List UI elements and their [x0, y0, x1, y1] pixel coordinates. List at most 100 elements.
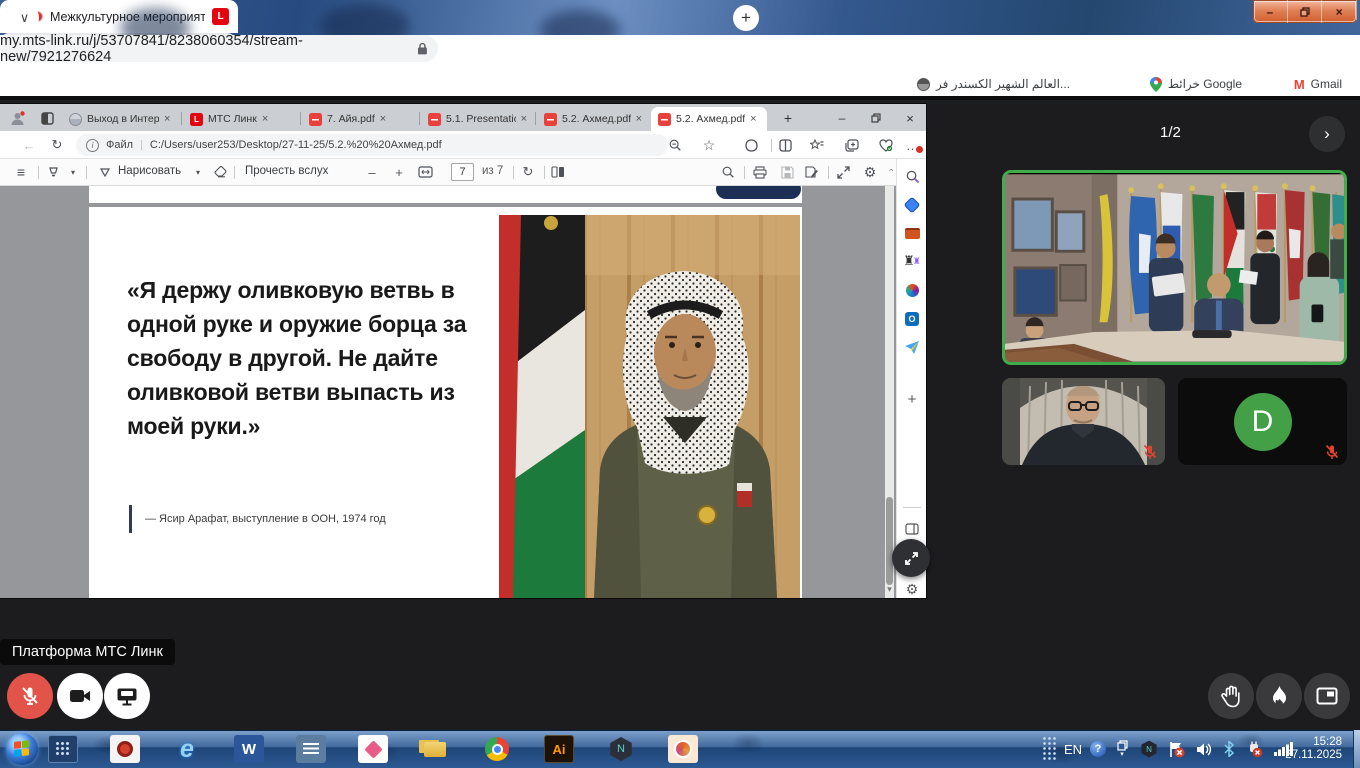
fit-width-icon[interactable] [416, 163, 434, 181]
edge-back-icon[interactable]: ← [20, 136, 38, 154]
read-aloud-label[interactable]: Прочесть вслух [245, 165, 328, 177]
fullscreen-icon[interactable] [834, 163, 852, 181]
pdf-settings-gear-icon[interactable]: ⚙ [861, 163, 879, 181]
tab-actions-icon[interactable] [38, 109, 56, 127]
close-tab-icon[interactable]: × [521, 113, 527, 125]
tray-bluetooth-icon[interactable] [1218, 730, 1240, 768]
pdf-viewport[interactable]: «Я держу оливковую ветвь в одной руке и … [0, 186, 896, 598]
taskbar-app-nox[interactable]: N [606, 735, 636, 763]
taskbar-app-word[interactable]: W [234, 735, 264, 763]
toc-icon[interactable]: ≡ [12, 163, 30, 181]
tab-groups-icon[interactable] [843, 136, 861, 154]
layout-button[interactable] [1304, 673, 1350, 719]
sidebar-panel-icon[interactable] [900, 517, 924, 541]
taskbar-app-photos[interactable] [358, 735, 388, 763]
edge-tab-mts[interactable]: L МТС Линк × [183, 107, 299, 131]
favorite-star-icon[interactable]: ☆ [700, 136, 718, 154]
sidebar-search-icon[interactable] [900, 164, 924, 188]
dropdown-caret-icon[interactable]: ▾ [189, 163, 207, 181]
tray-action-center-icon[interactable] [1164, 730, 1188, 768]
sidebar-games-icon[interactable]: ♜♜ [900, 249, 924, 273]
zoom-out-button[interactable]: – [363, 163, 381, 181]
language-indicator[interactable]: EN [1060, 730, 1086, 768]
save-icon[interactable] [778, 163, 796, 181]
browser-shapes-icon[interactable] [742, 136, 760, 154]
raise-hand-button[interactable] [1208, 673, 1254, 719]
highlighter-icon[interactable] [44, 163, 62, 181]
video-tile-participant-d[interactable]: D [1178, 378, 1347, 465]
show-desktop-button[interactable] [1353, 730, 1360, 768]
draw-label[interactable]: Нарисовать [118, 165, 181, 177]
taskbar-app-folder[interactable] [420, 735, 450, 763]
tray-volume-icon[interactable] [1192, 730, 1216, 768]
new-tab-button[interactable]: + [733, 5, 759, 31]
edge-close-button[interactable]: × [900, 109, 920, 127]
address-bar[interactable]: my.mts-link.ru/j/53707841/8238060354/str… [0, 35, 438, 62]
print-icon[interactable] [751, 163, 769, 181]
draw-pen-icon[interactable] [96, 163, 114, 181]
edge-tab-internet[interactable]: Выход в Интернет × [62, 107, 180, 131]
sidebar-outlook-icon[interactable]: O [900, 307, 924, 331]
page-number-input[interactable]: 7 [451, 163, 474, 181]
edge-minimize-button[interactable]: – [832, 109, 852, 127]
taskbar-app-illustrator[interactable]: Ai [544, 735, 574, 763]
zoom-out-icon[interactable] [666, 136, 684, 154]
sidebar-tag-icon[interactable] [900, 193, 924, 217]
edge-tab-akhmed-active[interactable]: 5.2. Ахмед.pdf × [651, 107, 767, 131]
taskbar-app-browser[interactable]: e [172, 735, 202, 763]
sidebar-toolbox-icon[interactable] [900, 221, 924, 245]
close-tab-icon[interactable]: × [750, 113, 756, 125]
taskbar-app-paint[interactable] [668, 735, 698, 763]
edge-profile-icon[interactable] [8, 109, 26, 127]
edge-tab-presentation[interactable]: 5.1. Presentation C × [421, 107, 534, 131]
close-tab-icon[interactable]: × [636, 113, 642, 125]
video-tile-speaker[interactable] [1002, 378, 1165, 465]
expand-stage-button[interactable] [892, 539, 930, 577]
tray-help-icon[interactable]: ? [1088, 730, 1108, 768]
edge-address-bar[interactable]: i Файл | C:/Users/user253/Desktop/27-11-… [76, 134, 668, 156]
collections-icon[interactable] [808, 136, 826, 154]
bookmark-item-maps[interactable]: خرائط Google [1150, 75, 1242, 93]
next-page-button[interactable]: › [1309, 116, 1345, 152]
camera-button[interactable] [57, 673, 103, 719]
sidebar-drop-icon[interactable] [900, 335, 924, 359]
dropdown-caret-icon[interactable]: ▾ [64, 163, 82, 181]
tab-search-button[interactable]: ∨ [10, 3, 39, 32]
taskbar-app-media[interactable] [110, 735, 140, 763]
edge-tab-aya[interactable]: 7. Айя.pdf × [302, 107, 418, 131]
start-button[interactable] [6, 733, 38, 765]
restore-button[interactable] [1288, 0, 1323, 23]
zoom-in-button[interactable]: + [390, 163, 408, 181]
sidebar-m365-icon[interactable] [900, 278, 924, 302]
tray-clock[interactable]: 15:28 27.11.2025 [1256, 730, 1342, 768]
taskbar-app-remote[interactable] [48, 735, 78, 763]
save-as-icon[interactable] [803, 163, 821, 181]
close-button[interactable]: × [1322, 0, 1357, 23]
microphone-button[interactable] [7, 673, 53, 719]
edge-tab-akhmed-1[interactable]: 5.2. Ахмед.pdf × [537, 107, 649, 131]
pdf-scrollbar-thumb[interactable] [886, 497, 893, 585]
scrollbar-down-arrow[interactable]: ▾ [884, 582, 895, 596]
close-tab-icon[interactable]: × [262, 113, 268, 125]
rotate-icon[interactable]: ↻ [519, 163, 537, 181]
close-tab-icon[interactable]: × [164, 113, 170, 125]
taskbar-app-chrome[interactable] [482, 735, 512, 763]
video-tile-conference-room[interactable] [1002, 170, 1347, 365]
eraser-icon[interactable] [211, 163, 229, 181]
edge-menu-icon[interactable]: … [904, 136, 922, 154]
tray-restore-icon[interactable]: ▾ [1112, 730, 1132, 768]
split-screen-icon[interactable] [776, 136, 794, 154]
minimize-button[interactable]: – [1253, 0, 1288, 23]
edge-restore-button[interactable] [866, 109, 886, 127]
search-document-icon[interactable] [719, 163, 737, 181]
bookmark-item-gmail[interactable]: M Gmail [1294, 75, 1342, 93]
screen-share-button[interactable] [104, 673, 150, 719]
browser-essentials-icon[interactable] [877, 136, 895, 154]
sidebar-settings-gear-icon[interactable]: ⚙ [900, 577, 924, 601]
bookmark-item[interactable]: العالم الشهير الكسندر فر... [917, 75, 1070, 93]
reactions-button[interactable] [1256, 673, 1302, 719]
edge-reload-icon[interactable]: ↻ [48, 136, 66, 154]
edge-new-tab-button[interactable]: + [779, 109, 797, 127]
page-view-icon[interactable] [549, 163, 567, 181]
taskbar-app-files[interactable] [296, 735, 326, 763]
